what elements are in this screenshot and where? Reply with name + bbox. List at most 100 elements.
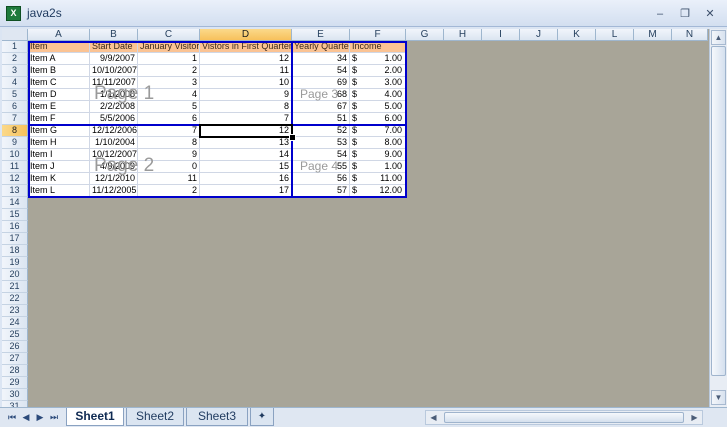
column-header-g[interactable]: G [406,29,444,41]
cell-january-visitors[interactable]: 4 [138,89,200,101]
cell-yearly-quarter[interactable]: 69 [292,77,350,89]
cell-first-quarter-visitors[interactable]: 9 [200,89,292,101]
cell-income[interactable]: $3.00 [350,77,406,89]
cell-start-date[interactable]: 12/1/2010 [90,173,138,185]
column-header-i[interactable]: I [482,29,520,41]
last-sheet-icon[interactable]: ⏭ [48,410,60,424]
active-cell-cursor[interactable] [199,124,293,138]
fill-handle[interactable] [289,134,296,141]
row-header-18[interactable]: 18 [2,245,28,257]
row-header-19[interactable]: 19 [2,257,28,269]
cell-income[interactable]: $2.00 [350,65,406,77]
cell-yearly-quarter[interactable]: 67 [292,101,350,113]
row-header-17[interactable]: 17 [2,233,28,245]
row-header-2[interactable]: 2 [2,53,28,65]
cell-yearly-quarter[interactable]: 54 [292,65,350,77]
cell-first-quarter-visitors[interactable]: 10 [200,77,292,89]
cell-income[interactable]: $5.00 [350,101,406,113]
row-header-21[interactable]: 21 [2,281,28,293]
insert-sheet-icon[interactable]: ✦ [250,408,274,426]
cell-january-visitors[interactable]: 3 [138,77,200,89]
cell-start-date[interactable]: 10/12/2007 [90,149,138,161]
row-header-25[interactable]: 25 [2,329,28,341]
row-header-30[interactable]: 30 [2,389,28,401]
row-header-5[interactable]: 5 [2,89,28,101]
row-header-29[interactable]: 29 [2,377,28,389]
cell-item[interactable]: Item A [28,53,90,65]
column-header-j[interactable]: J [520,29,558,41]
tab-sheet1[interactable]: Sheet1 [66,408,124,426]
row-header-1[interactable]: 1 [2,41,28,53]
cell-first-quarter-visitors[interactable]: 16 [200,173,292,185]
next-sheet-icon[interactable]: ▶ [34,410,46,424]
column-header-m[interactable]: M [634,29,672,41]
scroll-right-icon[interactable]: ▶ [687,411,702,424]
cell-yearly-quarter[interactable]: 54 [292,149,350,161]
column-header-l[interactable]: L [596,29,634,41]
select-all-corner[interactable] [2,29,28,41]
row-header-8[interactable]: 8 [2,125,28,137]
row-header-20[interactable]: 20 [2,269,28,281]
column-header-b[interactable]: B [90,29,138,41]
cell-income[interactable]: $9.00 [350,149,406,161]
row-header-24[interactable]: 24 [2,317,28,329]
worksheet-grid[interactable]: A B C D E F G H I J K L M N 1 2 3 4 5 6 7 8 9 10 11 12 13 14 15 16 17 1… [2,29,709,407]
cell-item[interactable]: Item C [28,77,90,89]
cell-yearly-quarter[interactable]: 56 [292,173,350,185]
row-header-27[interactable]: 27 [2,353,28,365]
cell-item[interactable]: Item J [28,161,90,173]
cell-first-quarter-visitors[interactable]: 8 [200,101,292,113]
cell-yearly-quarter[interactable]: 52 [292,125,350,137]
cell-item[interactable]: Item G [28,125,90,137]
cell-item[interactable]: Item D [28,89,90,101]
cell-income[interactable]: $8.00 [350,137,406,149]
close-button[interactable]: ✕ [702,7,718,21]
cell-income[interactable]: $7.00 [350,125,406,137]
row-header-23[interactable]: 23 [2,305,28,317]
row-header-6[interactable]: 6 [2,101,28,113]
scroll-up-icon[interactable]: ▲ [711,30,726,45]
cell-yearly-quarter[interactable]: 68 [292,89,350,101]
cell-start-date[interactable]: 2/2/2008 [90,101,138,113]
cell-yearly-quarter[interactable]: 53 [292,137,350,149]
cell-first-quarter-visitors[interactable]: 15 [200,161,292,173]
column-header-k[interactable]: K [558,29,596,41]
cell-start-date[interactable]: 9/9/2007 [90,53,138,65]
column-header-h[interactable]: H [444,29,482,41]
cell-start-date[interactable]: 1/1/2008 [90,89,138,101]
cell-item[interactable]: Item I [28,149,90,161]
cell-january-visitors[interactable]: 5 [138,101,200,113]
cell-january-visitors[interactable]: 0 [138,161,200,173]
row-header-15[interactable]: 15 [2,209,28,221]
prev-sheet-icon[interactable]: ◀ [20,410,32,424]
cell-january-visitors[interactable]: 8 [138,137,200,149]
row-header-4[interactable]: 4 [2,77,28,89]
row-header-10[interactable]: 10 [2,149,28,161]
cell-income[interactable]: $1.00 [350,161,406,173]
row-header-28[interactable]: 28 [2,365,28,377]
column-header-a[interactable]: A [28,29,90,41]
vertical-scroll-thumb[interactable] [711,46,726,376]
cell-first-quarter-visitors[interactable]: 13 [200,137,292,149]
row-header-7[interactable]: 7 [2,113,28,125]
cell-item[interactable]: Item E [28,101,90,113]
column-header-n[interactable]: N [672,29,708,41]
cell-item[interactable]: Item H [28,137,90,149]
row-header-11[interactable]: 11 [2,161,28,173]
column-header-e[interactable]: E [292,29,350,41]
cell-january-visitors[interactable]: 2 [138,65,200,77]
cell-start-date[interactable]: 11/11/2007 [90,77,138,89]
cell-income[interactable]: $1.00 [350,53,406,65]
row-header-14[interactable]: 14 [2,197,28,209]
row-header-3[interactable]: 3 [2,65,28,77]
column-header-d[interactable]: D [200,29,292,41]
cell-january-visitors[interactable]: 7 [138,125,200,137]
excel-app-icon[interactable]: X [6,6,21,21]
cell-january-visitors[interactable]: 11 [138,173,200,185]
vertical-scrollbar[interactable]: ▲ ▼ [709,29,727,407]
cell-first-quarter-visitors[interactable]: 14 [200,149,292,161]
cell-item[interactable]: Item K [28,173,90,185]
cell-january-visitors[interactable]: 9 [138,149,200,161]
row-header-9[interactable]: 9 [2,137,28,149]
cell-yearly-quarter[interactable]: 55 [292,161,350,173]
